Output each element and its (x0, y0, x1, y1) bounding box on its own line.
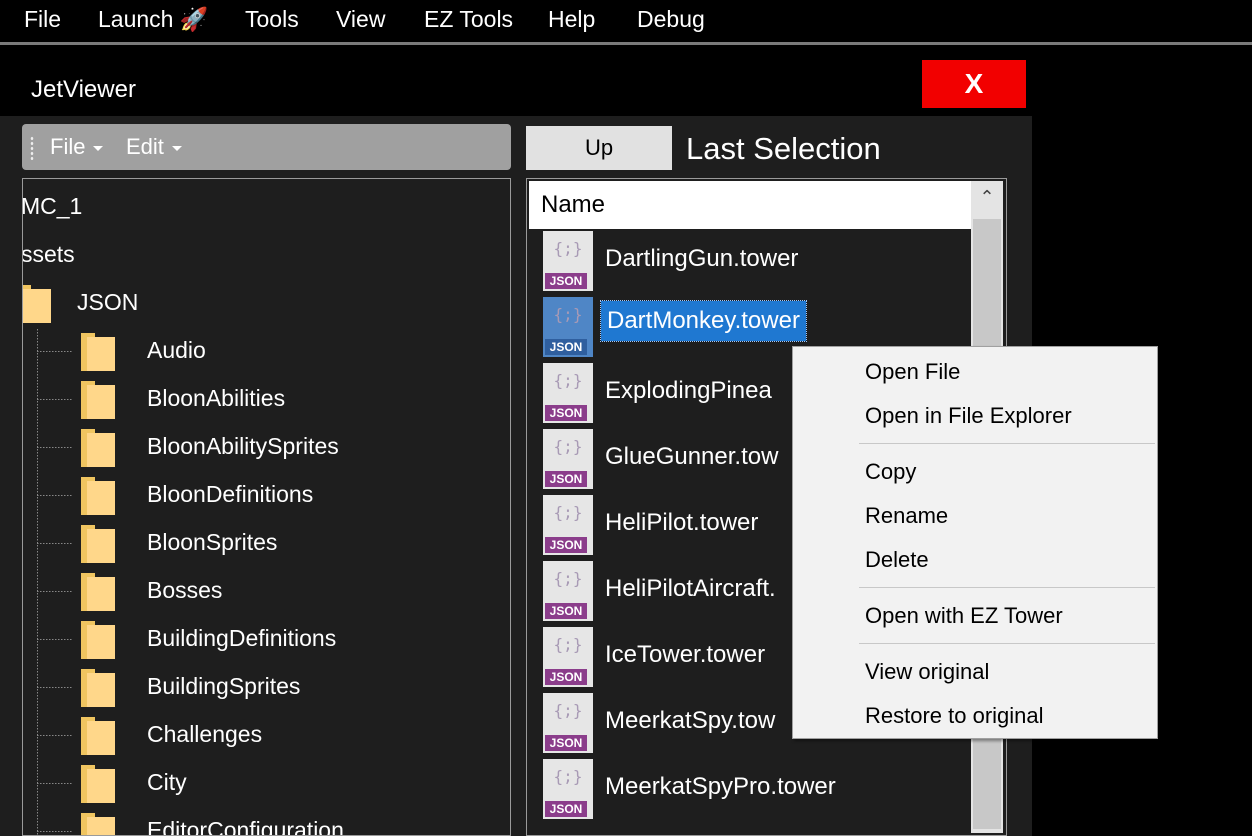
tree-connector (37, 735, 73, 736)
menubar-divider (0, 42, 1252, 45)
tree-connector (37, 831, 73, 832)
folder-icon (81, 669, 115, 707)
file-name: IceTower.tower (605, 641, 766, 668)
folder-icon (81, 333, 115, 371)
ctx-copy[interactable]: Copy (865, 459, 916, 485)
file-name: HeliPilot.tower (605, 509, 759, 536)
tree-connector (37, 495, 73, 496)
tree-connector (37, 351, 73, 352)
file-name: MeerkatSpyPro.tower (605, 773, 836, 800)
scroll-up-icon[interactable]: ⌃ (971, 187, 1003, 208)
ctx-rename[interactable]: Rename (865, 503, 948, 529)
menu-file[interactable]: File (24, 6, 61, 33)
tree-toolstrip: File Edit (22, 124, 511, 170)
folder-tree[interactable]: MC_1 ssets JSON Audio BloonAbilities Blo… (22, 178, 511, 836)
ctx-delete[interactable]: Delete (865, 547, 929, 573)
tree-node-bloondefinitions[interactable]: BloonDefinitions (147, 481, 313, 508)
toolstrip-edit-label: Edit (126, 134, 164, 159)
tree-connector (37, 591, 73, 592)
json-file-icon: {;} JSON (543, 231, 593, 291)
json-file-icon: {;} JSON (543, 759, 593, 819)
tree-connector (37, 329, 38, 835)
toolstrip-file-label: File (50, 134, 86, 159)
file-name: GlueGunner.tow (605, 443, 779, 470)
menu-view[interactable]: View (336, 6, 385, 33)
folder-icon (81, 381, 115, 419)
toolstrip-grip-icon[interactable] (30, 136, 34, 160)
json-file-icon: {;} JSON (543, 363, 593, 423)
tree-connector (37, 447, 73, 448)
json-file-icon: {;} JSON (543, 693, 593, 753)
tree-node-challenges[interactable]: Challenges (147, 721, 262, 748)
tree-connector (37, 687, 73, 688)
tree-node-city[interactable]: City (147, 769, 187, 796)
window-title: JetViewer (31, 76, 136, 103)
chevron-down-icon (93, 145, 104, 151)
file-name: DartMonkey.tower (600, 300, 807, 342)
file-row[interactable]: {;} JSON DartlingGun.tower (543, 231, 963, 295)
folder-icon (81, 477, 115, 515)
menu-tools[interactable]: Tools (245, 6, 299, 33)
ctx-open-with-ez-tower[interactable]: Open with EZ Tower (865, 603, 1063, 629)
menu-launch[interactable]: Launch 🚀 (98, 6, 209, 33)
json-file-icon: {;} JSON (543, 627, 593, 687)
ctx-restore-to-original[interactable]: Restore to original (865, 703, 1044, 729)
json-file-icon: {;} JSON (543, 297, 593, 357)
file-name: MeerkatSpy.tow (605, 707, 776, 734)
folder-icon (81, 525, 115, 563)
menu-ez-tools[interactable]: EZ Tools (424, 6, 513, 33)
menu-help[interactable]: Help (548, 6, 595, 33)
folder-icon (81, 765, 115, 803)
toolstrip-edit-menu[interactable]: Edit (126, 134, 182, 160)
last-selection-label[interactable]: Last Selection (686, 131, 881, 167)
menu-separator (859, 587, 1155, 588)
folder-icon (23, 285, 51, 323)
menu-debug[interactable]: Debug (637, 6, 705, 33)
folder-icon (81, 621, 115, 659)
tree-node-buildingsprites[interactable]: BuildingSprites (147, 673, 300, 700)
json-file-icon: {;} JSON (543, 495, 593, 555)
tree-node-root[interactable]: MC_1 (23, 193, 82, 220)
tree-node-buildingdefinitions[interactable]: BuildingDefinitions (147, 625, 336, 652)
json-file-icon: {;} JSON (543, 561, 593, 621)
tree-connector (37, 639, 73, 640)
file-name: ExplodingPinea (605, 377, 772, 404)
file-name: DartlingGun.tower (605, 245, 799, 272)
close-button[interactable]: X (922, 60, 1026, 108)
window-titlebar[interactable]: JetViewer X (0, 56, 1032, 116)
ctx-open-in-file-explorer[interactable]: Open in File Explorer (865, 403, 1072, 429)
ctx-view-original[interactable]: View original (865, 659, 989, 685)
context-menu: Open File Open in File Explorer Copy Ren… (792, 346, 1158, 739)
tree-connector (37, 543, 73, 544)
folder-icon (81, 717, 115, 755)
file-row[interactable]: {;} JSON MeerkatSpyPro.tower (543, 759, 963, 823)
tree-connector (37, 783, 73, 784)
tree-node-bloonabilitysprites[interactable]: BloonAbilitySprites (147, 433, 339, 460)
up-button[interactable]: Up (526, 126, 672, 170)
tree-node-bloonsprites[interactable]: BloonSprites (147, 529, 277, 556)
tree-node-bosses[interactable]: Bosses (147, 577, 222, 604)
main-menubar: File Launch 🚀 Tools View EZ Tools Help D… (0, 0, 1252, 40)
column-header-name[interactable]: Name (529, 181, 971, 229)
toolstrip-file-menu[interactable]: File (50, 134, 104, 160)
folder-icon (81, 429, 115, 467)
chevron-down-icon (171, 145, 182, 151)
ctx-open-file[interactable]: Open File (865, 359, 960, 385)
menu-separator (859, 443, 1155, 444)
tree-node-editorconfiguration[interactable]: EditorConfiguration (147, 817, 344, 835)
tree-node-json[interactable]: JSON (77, 289, 138, 316)
json-file-icon: {;} JSON (543, 429, 593, 489)
menu-separator (859, 643, 1155, 644)
tree-node-audio[interactable]: Audio (147, 337, 206, 364)
file-name: HeliPilotAircraft. (605, 575, 776, 602)
tree-node-bloonabilities[interactable]: BloonAbilities (147, 385, 285, 412)
tree-node-assets[interactable]: ssets (23, 241, 75, 268)
tree-connector (37, 399, 73, 400)
folder-icon (81, 813, 115, 835)
folder-icon (81, 573, 115, 611)
